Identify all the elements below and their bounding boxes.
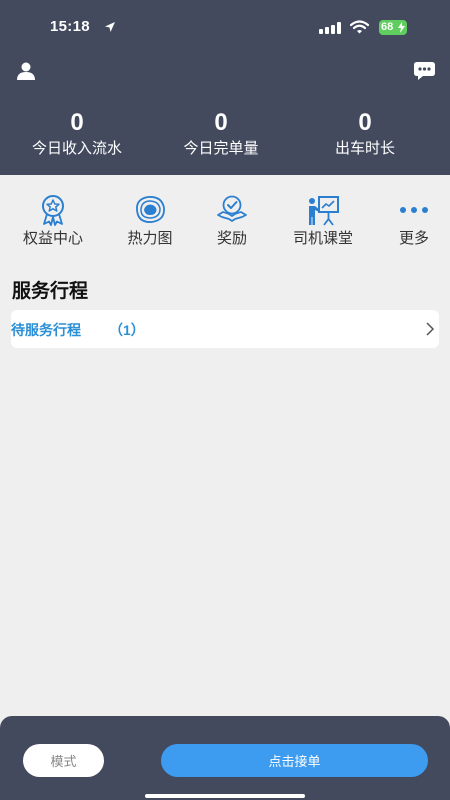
classroom-icon [309,196,339,226]
quick-item-label: 更多 [398,230,429,247]
header: 15:18 68 0 今日收入流水 0 今日完单量 0 出车时长 [0,0,450,175]
status-time: 15:18 [50,18,90,35]
charging-bolt-icon [398,22,405,33]
stat-income[interactable]: 0 今日收入流水 [12,108,142,161]
accept-orders-button[interactable]: 点击接单 [161,744,428,777]
location-arrow-icon [105,22,115,32]
quick-item-label: 奖励 [216,230,247,247]
quick-item-label: 热力图 [127,230,173,247]
battery-level: 68 [381,21,394,33]
user-icon[interactable] [16,62,36,80]
stat-income-label: 今日收入流水 [31,140,122,157]
quick-item-benefits[interactable]: 权益中心 [13,193,93,249]
stat-income-value: 0 [70,109,84,136]
stat-orders-value: 0 [214,109,228,136]
chevron-right-icon [426,322,435,336]
quick-item-heatmap[interactable]: 热力图 [110,193,190,249]
quick-item-label: 权益中心 [22,230,83,247]
battery-indicator: 68 [379,20,407,35]
bottom-bar: 模式 点击接单 [0,716,450,800]
message-icon[interactable] [414,62,435,81]
reward-icon [217,195,247,222]
quick-item-label: 司机课堂 [292,230,353,247]
stat-orders-label: 今日完单量 [183,140,259,157]
stat-duration-label: 出车时长 [334,140,395,157]
service-section-title: 服务行程 [12,281,89,302]
stat-duration-value: 0 [358,109,372,136]
pending-trips-label: 待服务行程 [11,322,81,338]
pending-trips-row[interactable]: 待服务行程 （1） [11,310,439,348]
quick-item-more[interactable]: 更多 [374,193,450,249]
stat-orders[interactable]: 0 今日完单量 [156,108,286,161]
pending-trips-count: （1） [109,322,145,338]
mode-button[interactable]: 模式 [23,744,104,777]
home-indicator[interactable] [145,794,305,798]
quick-item-classroom[interactable]: 司机课堂 [283,193,363,249]
wifi-icon [350,20,369,34]
cellular-signal-icon [319,22,341,34]
status-bar: 15:18 68 [0,0,450,56]
stat-duration[interactable]: 0 出车时长 [300,108,430,161]
badge-icon [42,195,64,226]
quick-item-rewards[interactable]: 奖励 [192,193,272,249]
heatmap-icon [136,196,165,223]
more-icon [400,207,428,213]
